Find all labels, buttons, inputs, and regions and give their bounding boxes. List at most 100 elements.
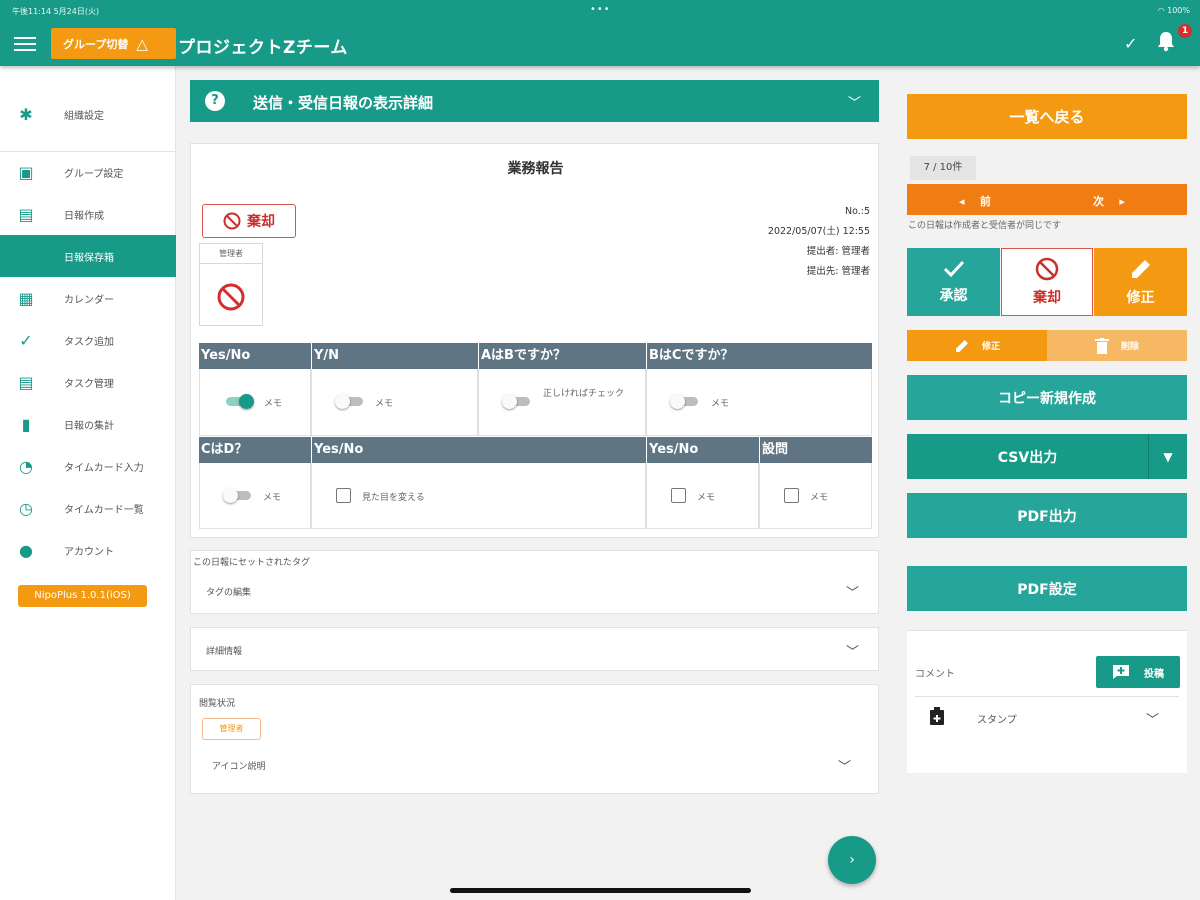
cell-label: メモ [697, 493, 716, 503]
help-icon: ? [205, 91, 225, 111]
sidebar-item-task-manage[interactable]: ▤ タスク管理 [0, 361, 176, 403]
reject-status-label: 棄却 [247, 214, 275, 230]
tags-edit-link[interactable]: タグの編集 [206, 585, 251, 598]
check-icon[interactable]: ✓ [1124, 34, 1137, 53]
sidebar-item-label: タスク管理 [64, 378, 114, 390]
home-indicator [450, 888, 751, 893]
chevron-right-icon: › [849, 852, 855, 868]
sidebar-item-label: タイムカード入力 [64, 462, 144, 474]
wifi-icon: ◠ [1157, 6, 1165, 15]
sidebar-item-timecard-list[interactable]: ◷ タイムカード一覧 [0, 487, 176, 529]
check-icon [943, 260, 964, 278]
hamburger-menu-icon[interactable] [14, 34, 36, 52]
sidebar: ✱ 組織設定 ▣ グループ設定 ▤ 日報作成 日報保存箱 ▦ カレンダー ✓ タ… [0, 66, 176, 900]
calendar-icon: ▦ [18, 288, 34, 308]
cell-label: メモ [711, 399, 730, 409]
viewer-chip: 管理者 [202, 718, 261, 740]
prev-label: 前 [979, 195, 991, 208]
back-to-list-button[interactable]: 一覧へ戻る [907, 94, 1187, 139]
next-button[interactable]: 次 ▸ [1093, 193, 1125, 209]
checkbox[interactable] [336, 488, 351, 503]
checkbox[interactable] [784, 488, 799, 503]
report-title: 業務報告 [507, 161, 564, 177]
toggle-switch[interactable] [670, 394, 700, 409]
reject-button[interactable]: 棄却 [1001, 248, 1093, 316]
approver-stamp-box: 管理者 [199, 243, 263, 326]
sidebar-item-report-create[interactable]: ▤ 日報作成 [0, 193, 176, 235]
detail-accordion-header[interactable]: ? 送信・受信日報の表示詳細 ﹀ [190, 80, 879, 122]
prohibited-icon [223, 212, 241, 230]
sidebar-item-label: カレンダー [64, 294, 114, 306]
stamp-accordion[interactable]: スタンプ ﹀ [929, 707, 1169, 729]
post-comment-button[interactable]: 投稿 [1096, 656, 1180, 688]
chevron-down-icon[interactable]: ﹀ [846, 582, 859, 601]
sidebar-item-calendar[interactable]: ▦ カレンダー [0, 277, 176, 319]
prev-button[interactable]: ◂ 前 [959, 193, 991, 209]
sidebar-item-report-stats[interactable]: ▮ 日報の集計 [0, 403, 176, 445]
chevron-down-icon[interactable]: ﹀ [838, 756, 851, 775]
approve-label: 承認 [939, 288, 968, 304]
details-accordion[interactable]: 詳細情報 ﹀ [190, 627, 879, 671]
grid-header: Yes/No [311, 437, 646, 463]
status-bar: 午後11:14 5月24日(火) ••• ◠ 100% [0, 0, 1200, 22]
detail-accordion-title: 送信・受信日報の表示詳細 [253, 94, 434, 112]
grid-cell: 見た目を変える [311, 463, 646, 529]
toggle-switch[interactable] [502, 394, 532, 409]
grid-header: Yes/No [646, 437, 759, 463]
view-status-caption: 閲覧状況 [199, 699, 236, 709]
cell-label: メモ [263, 493, 282, 503]
toggle-switch[interactable] [335, 394, 365, 409]
sidebar-item-group-settings[interactable]: ▣ グループ設定 [0, 151, 176, 193]
sidebar-item-account[interactable]: ● アカウント [0, 529, 176, 571]
delete-button[interactable]: 削除 [1047, 330, 1187, 361]
toggle-switch[interactable] [223, 488, 253, 503]
approve-button[interactable]: 承認 [907, 248, 1000, 316]
report-create-icon: ▤ [18, 204, 34, 224]
grid-header: Yes/No [199, 343, 311, 369]
version-badge: NipoPlus 1.0.1(iOS) [18, 585, 147, 607]
csv-export-button[interactable]: CSV出力 [907, 434, 1148, 479]
checkbox[interactable] [671, 488, 686, 503]
reject-status-button[interactable]: 棄却 [202, 204, 296, 238]
chart-icon: ▮ [21, 414, 31, 434]
grid-header: CはD？ [199, 437, 311, 463]
battery-percent: 100% [1167, 6, 1190, 15]
copy-new-button[interactable]: コピー新規作成 [907, 375, 1187, 420]
comment-edit-button[interactable]: 修正 [907, 330, 1047, 361]
sidebar-item-label: タスク追加 [64, 336, 114, 348]
pdf-settings-button[interactable]: PDF設定 [907, 566, 1187, 611]
report-nav-bar: ◂ 前 次 ▸ [907, 184, 1187, 215]
csv-options-dropdown[interactable]: ▼ [1148, 434, 1187, 479]
sidebar-item-task-add[interactable]: ✓ タスク追加 [0, 319, 176, 361]
toggle-switch[interactable] [224, 394, 254, 409]
pencil-icon [955, 339, 968, 352]
notification-badge: 1 [1178, 24, 1192, 38]
comment-card: コメント 投稿 スタンプ ﹀ [907, 630, 1187, 773]
pdf-export-button[interactable]: PDF出力 [907, 493, 1187, 538]
trash-icon [1094, 337, 1109, 354]
sidebar-item-org-settings[interactable]: ✱ 組織設定 [0, 93, 176, 135]
grid-cell: メモ [311, 369, 478, 436]
group-switch-button[interactable]: グループ切替 △ [51, 28, 176, 59]
multitask-dots[interactable]: ••• [590, 4, 611, 15]
bell-icon[interactable] [1156, 30, 1176, 52]
tags-card: この日報にセットされたタグ タグの編集 ﹀ [190, 550, 879, 614]
report-number: No.:5 [844, 206, 870, 217]
sidebar-item-report-archive[interactable]: 日報保存箱 [0, 235, 176, 277]
edit-button[interactable]: 修正 [1094, 248, 1187, 316]
sub-edit-label: 修正 [981, 342, 1000, 352]
app-bar: 午後11:14 5月24日(火) ••• ◠ 100% グループ切替 △ プロジ… [0, 0, 1200, 66]
grid-cell: メモ [759, 463, 872, 529]
cell-label: 見た目を変える [362, 493, 425, 503]
pencil-icon [1131, 260, 1150, 278]
cell-label: メモ [810, 493, 829, 503]
next-fab-button[interactable]: › [828, 836, 876, 884]
caret-left-icon: ◂ [959, 195, 965, 208]
sidebar-item-label: 日報作成 [64, 210, 104, 222]
cell-label: メモ [264, 399, 283, 409]
clock-icon: ◷ [19, 498, 33, 518]
sidebar-item-timecard-input[interactable]: ◔ タイムカード入力 [0, 445, 176, 487]
page-count: 7 / 10件 [910, 156, 976, 180]
icon-help-link[interactable]: アイコン説明 [212, 759, 266, 772]
add-comment-icon [1113, 665, 1129, 679]
